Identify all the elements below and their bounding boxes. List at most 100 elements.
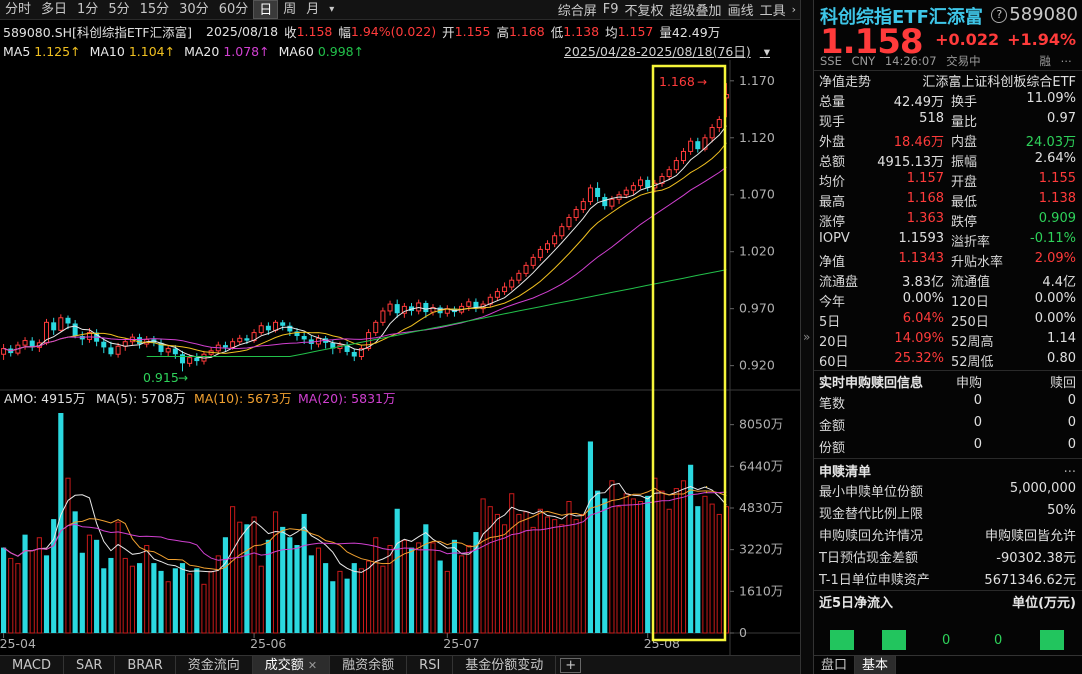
close-label: 收 xyxy=(284,22,297,41)
period-30min[interactable]: 30分 xyxy=(174,0,214,19)
high-label: 高 xyxy=(496,22,509,41)
realtime-label: 份额 xyxy=(819,437,845,456)
more-icon[interactable]: ⋯ xyxy=(1061,54,1073,68)
period-day[interactable]: 日 xyxy=(253,0,278,19)
creation-list-label: 申购赎回允许情况 xyxy=(819,525,923,544)
stat-label: 今年 xyxy=(819,291,845,310)
ma10-label: MA10 xyxy=(90,44,125,59)
collapse-icon[interactable]: » xyxy=(803,330,810,344)
volume-cursor-icon: ⁚ xyxy=(705,485,708,496)
stat-label: IOPV xyxy=(819,231,850,246)
period-5min[interactable]: 5分 xyxy=(103,0,134,19)
period-week[interactable]: 周 xyxy=(278,0,301,19)
tab-order-book[interactable]: 盘口 xyxy=(814,656,855,674)
volume-bar xyxy=(58,413,63,633)
quote-stat-row: IOPV1.1593溢折率-0.11% xyxy=(814,231,1082,251)
tab-fund-flow[interactable]: 资金流向 xyxy=(176,656,253,674)
super-overlay-button[interactable]: 超级叠加 xyxy=(667,0,725,19)
tab-fund-share-change[interactable]: 基金份额变动 xyxy=(453,656,556,674)
period-15min[interactable]: 15分 xyxy=(135,0,175,19)
price-tick-label: 1.020 xyxy=(739,244,775,259)
stat-value: 14.09% xyxy=(894,331,944,346)
creation-list-label: T日预估现金差额 xyxy=(819,547,918,566)
volume-bar xyxy=(287,537,292,633)
tab-sar[interactable]: SAR xyxy=(64,656,115,674)
nav-trend-row[interactable]: 净值走势 汇添富上证科创板综合ETF xyxy=(814,71,1082,91)
stat-label: 净值 xyxy=(819,251,845,270)
creation-list-label: 现金替代比例上限 xyxy=(819,503,923,522)
date-range-selector[interactable]: 2025/04/28-2025/08/18(76日) ▾ xyxy=(564,41,779,60)
volume-bar xyxy=(645,496,650,633)
tools-button[interactable]: 工具 xyxy=(757,0,789,19)
ma20-legend: MA201.078↑ xyxy=(184,44,270,59)
kline-chart[interactable]: 1.1701.1201.0701.0200.9700.9208050万6440万… xyxy=(0,60,800,655)
tab-macd[interactable]: MACD xyxy=(0,656,64,674)
date-tick-label: 25-07 xyxy=(443,636,479,651)
candle-body xyxy=(73,323,78,336)
candle-body xyxy=(59,318,63,331)
draw-line-button[interactable]: 画线 xyxy=(725,0,757,19)
no-adjust-button[interactable]: 不复权 xyxy=(622,0,667,19)
tab-margin-balance[interactable]: 融资余额 xyxy=(330,656,407,674)
volume-tick-label: 1610万 xyxy=(739,583,783,598)
stat-label: 120日 xyxy=(951,291,989,310)
candle-body xyxy=(689,141,693,151)
tab-turnover[interactable]: 成交额 ✕ xyxy=(253,656,330,674)
indicator-tabs: MACD SAR BRAR 资金流向 成交额 ✕ 融资余额 RSI 基金份额变动… xyxy=(0,655,800,674)
toolbar-expand-icon[interactable]: › xyxy=(789,3,800,16)
f9-button[interactable]: F9 xyxy=(600,2,622,17)
realtime-redeem-value: 0 xyxy=(1068,415,1076,430)
candle-body xyxy=(538,249,542,257)
price-change: +0.022+1.94% xyxy=(927,30,1076,49)
net-inflow-unit: 单位(万元) xyxy=(1012,592,1076,611)
dropdown-icon[interactable]: ▾ xyxy=(764,44,770,59)
realtime-label: 金额 xyxy=(819,415,845,434)
stat-label: 量比 xyxy=(951,111,977,130)
period-fenshi[interactable]: 分时 xyxy=(0,0,36,19)
stat-label: 52周低 xyxy=(951,351,994,370)
ma5-label: MA5 xyxy=(3,44,30,59)
period-duori[interactable]: 多日 xyxy=(36,0,72,19)
stat-value: 1.14 xyxy=(1047,331,1076,346)
pct-value: 1.94%(0.022) xyxy=(351,24,436,39)
stat-value: 0.97 xyxy=(1047,111,1076,126)
quote-stat-row: 20日14.09%52周高1.14 xyxy=(814,331,1082,351)
add-tab-icon[interactable]: + xyxy=(560,658,581,673)
tab-brar[interactable]: BRAR xyxy=(115,656,175,674)
price-tick-label: 0.970 xyxy=(739,301,775,316)
stat-label: 流通盘 xyxy=(819,271,858,290)
stat-value: 0.909 xyxy=(1039,211,1076,226)
period-60min[interactable]: 60分 xyxy=(214,0,254,19)
net-inflow-bar xyxy=(830,630,854,650)
volume-ma10-label: MA(10): 5673万 xyxy=(194,391,292,406)
stat-label: 均价 xyxy=(819,171,845,190)
composite-screen-button[interactable]: 综合屏 xyxy=(555,0,600,19)
info-icon[interactable]: ? xyxy=(991,7,1007,23)
stat-value: 25.32% xyxy=(894,351,944,366)
avg-value: 1.157 xyxy=(618,24,654,39)
period-month[interactable]: 月 xyxy=(301,0,324,19)
panel-divider[interactable]: » xyxy=(800,0,814,674)
ma20-label: MA20 xyxy=(184,44,219,59)
creation-list-more-icon[interactable]: ... xyxy=(1064,461,1076,476)
quote-stat-row: 净值1.1343升贴水率2.09% xyxy=(814,251,1082,271)
stat-label: 升贴水率 xyxy=(951,251,1003,270)
quote-stat-row: 现手518量比0.97 xyxy=(814,111,1082,131)
candle-body xyxy=(231,342,235,348)
candle-body xyxy=(545,244,549,250)
period-more-icon[interactable]: ▾ xyxy=(324,0,339,19)
close-icon[interactable]: ✕ xyxy=(308,659,317,672)
max-price-arrow-icon: → xyxy=(697,75,707,89)
volume-bar xyxy=(51,519,56,633)
candle-body xyxy=(244,338,249,340)
quote-stat-row: 均价1.157开盘1.155 xyxy=(814,171,1082,191)
tab-rsi[interactable]: RSI xyxy=(407,656,453,674)
volume-bar xyxy=(158,571,163,633)
candle-body xyxy=(423,303,428,312)
candle-body xyxy=(624,190,628,195)
min-price-arrow-icon: → xyxy=(178,371,188,385)
high-value: 1.168 xyxy=(509,24,545,39)
period-1min[interactable]: 1分 xyxy=(72,0,103,19)
tab-basic[interactable]: 基本 xyxy=(855,656,896,674)
candle-body xyxy=(524,265,528,273)
